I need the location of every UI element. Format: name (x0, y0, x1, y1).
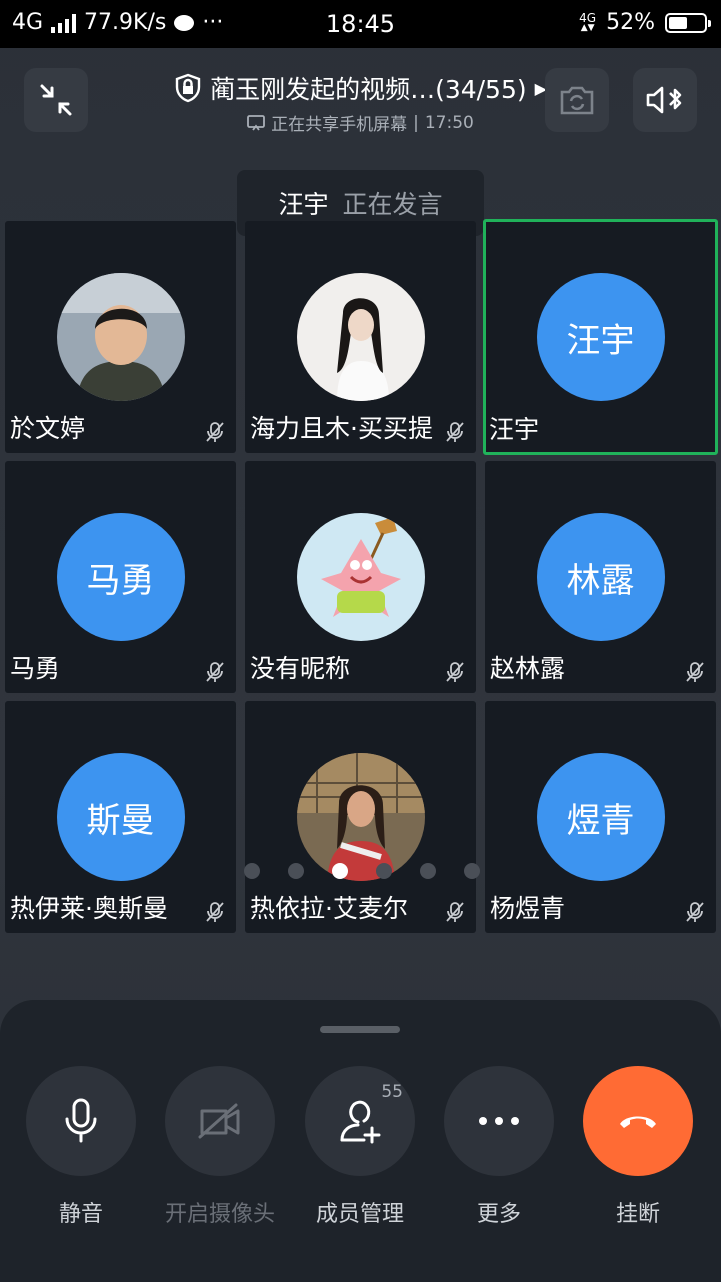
page-dot[interactable] (464, 863, 480, 879)
participant-name: 杨煜青 (490, 894, 566, 923)
mic-muted-icon (206, 662, 224, 682)
participant-avatar-photo (296, 753, 425, 881)
members-label: 成员管理 (315, 1202, 404, 1227)
camera-control[interactable]: 开启摄像头 (165, 1066, 275, 1228)
mobile-data-icon: 4G ▲▼ (579, 10, 597, 33)
control-panel: 静音 开启摄像头 55 成员管理 更多 挂断 (0, 1000, 721, 1282)
participant-tile[interactable]: 林露 赵林露 (485, 461, 716, 693)
more-button[interactable] (444, 1066, 554, 1176)
participant-name: 汪宇 (489, 415, 540, 444)
participant-tile[interactable]: 海力且木·买买提 (245, 221, 476, 453)
participant-name: 於文婷 (10, 414, 86, 443)
drag-handle[interactable] (320, 1026, 400, 1033)
hangup-label: 挂断 (615, 1202, 660, 1227)
participant-name: 海力且木·买买提 (250, 414, 433, 443)
participant-avatar-photo (56, 273, 185, 401)
camera-label: 开启摄像头 (165, 1202, 276, 1227)
active-speaker-name: 汪宇 (278, 190, 329, 219)
members-button[interactable]: 55 (305, 1066, 415, 1176)
meeting-duration: 17:50 (424, 112, 474, 133)
participant-name: 赵林露 (490, 654, 566, 683)
participant-tile[interactable]: 马勇 马勇 (5, 461, 236, 693)
audio-output-button[interactable] (633, 68, 697, 132)
participant-avatar-initials: 斯曼 (56, 753, 185, 881)
mic-muted-icon (446, 662, 464, 682)
page-indicator[interactable] (244, 863, 480, 879)
battery-fill (669, 16, 687, 29)
participant-tile[interactable]: 於文婷 (5, 221, 236, 453)
minimize-button[interactable] (24, 68, 88, 132)
status-bar: 4G 77.9K/s ··· 18:45 4G ▲▼ 52% (0, 0, 721, 48)
participant-name: 热依拉·艾麦尔 (250, 894, 408, 923)
meeting-title: 蔺玉刚发起的视频…(34/55) ▶ (150, 70, 571, 106)
participant-avatar-photo (296, 513, 425, 641)
page-dot-active[interactable] (332, 863, 348, 879)
camera-off-icon (198, 1103, 240, 1139)
mute-label: 静音 (58, 1202, 103, 1227)
switch-camera-icon (560, 86, 594, 115)
page-dot[interactable] (244, 863, 260, 879)
share-status: 正在共享手机屏幕 (271, 115, 408, 135)
speaker-bluetooth-icon (646, 86, 682, 114)
members-control[interactable]: 55 成员管理 (305, 1066, 415, 1228)
status-right: 4G ▲▼ 52% (579, 10, 711, 35)
mic-muted-icon (446, 902, 464, 922)
mic-muted-icon (206, 422, 224, 442)
more-control[interactable]: 更多 (444, 1066, 554, 1228)
page-dot[interactable] (420, 863, 436, 879)
hangup-button[interactable] (583, 1066, 693, 1176)
mic-muted-icon (686, 902, 704, 922)
participant-avatar-initials: 汪宇 (536, 273, 665, 401)
mic-muted-icon (206, 902, 224, 922)
lock-shield-icon (175, 73, 201, 103)
participant-tile[interactable]: 斯曼 热伊莱·奥斯曼 (5, 701, 236, 933)
hangup-control[interactable]: 挂断 (583, 1066, 693, 1228)
add-member-icon (340, 1100, 381, 1144)
participant-tile-speaking[interactable]: 汪宇 汪宇 (483, 219, 718, 455)
participant-name: 马勇 (10, 654, 61, 683)
participant-tile[interactable]: 煜青 杨煜青 (485, 701, 716, 933)
collapse-arrows-icon (40, 84, 72, 116)
mobile-data-label: 4G (579, 10, 597, 25)
mute-control[interactable]: 静音 (26, 1066, 136, 1228)
participant-avatar-initials: 马勇 (56, 513, 185, 641)
meeting-title-text: 蔺玉刚发起的视频…(34/55) (210, 75, 527, 104)
mic-muted-icon (686, 662, 704, 682)
meeting-header: 蔺玉刚发起的视频…(34/55) ▶ 正在共享手机屏幕 | 17:50 (150, 70, 571, 135)
member-count-badge: 55 (381, 1082, 403, 1102)
hangup-phone-icon (620, 1116, 656, 1128)
microphone-icon (65, 1098, 97, 1143)
participant-name: 热伊莱·奥斯曼 (10, 894, 168, 923)
meeting-subtitle: 正在共享手机屏幕 | 17:50 (150, 110, 571, 135)
mute-button[interactable] (26, 1066, 136, 1176)
page-dot[interactable] (376, 863, 392, 879)
active-speaker-status: 正在发言 (342, 190, 443, 219)
switch-camera-button[interactable] (545, 68, 609, 132)
participant-name: 没有昵称 (250, 654, 351, 683)
participant-avatar-initials: 林露 (536, 513, 665, 641)
battery-percent: 52% (606, 10, 655, 35)
mic-muted-icon (446, 422, 464, 442)
camera-button[interactable] (165, 1066, 275, 1176)
page-dot[interactable] (288, 863, 304, 879)
participant-avatar-photo (296, 273, 425, 401)
battery-icon (665, 12, 711, 33)
participant-avatar-initials: 煜青 (536, 753, 665, 881)
screen-share-icon (247, 114, 266, 131)
participant-tile[interactable]: 热依拉·艾麦尔 (245, 701, 476, 933)
more-label: 更多 (476, 1202, 521, 1227)
subtitle-separator: | (413, 112, 419, 133)
more-dots-icon (479, 1117, 519, 1125)
participant-tile[interactable]: 没有昵称 (245, 461, 476, 693)
